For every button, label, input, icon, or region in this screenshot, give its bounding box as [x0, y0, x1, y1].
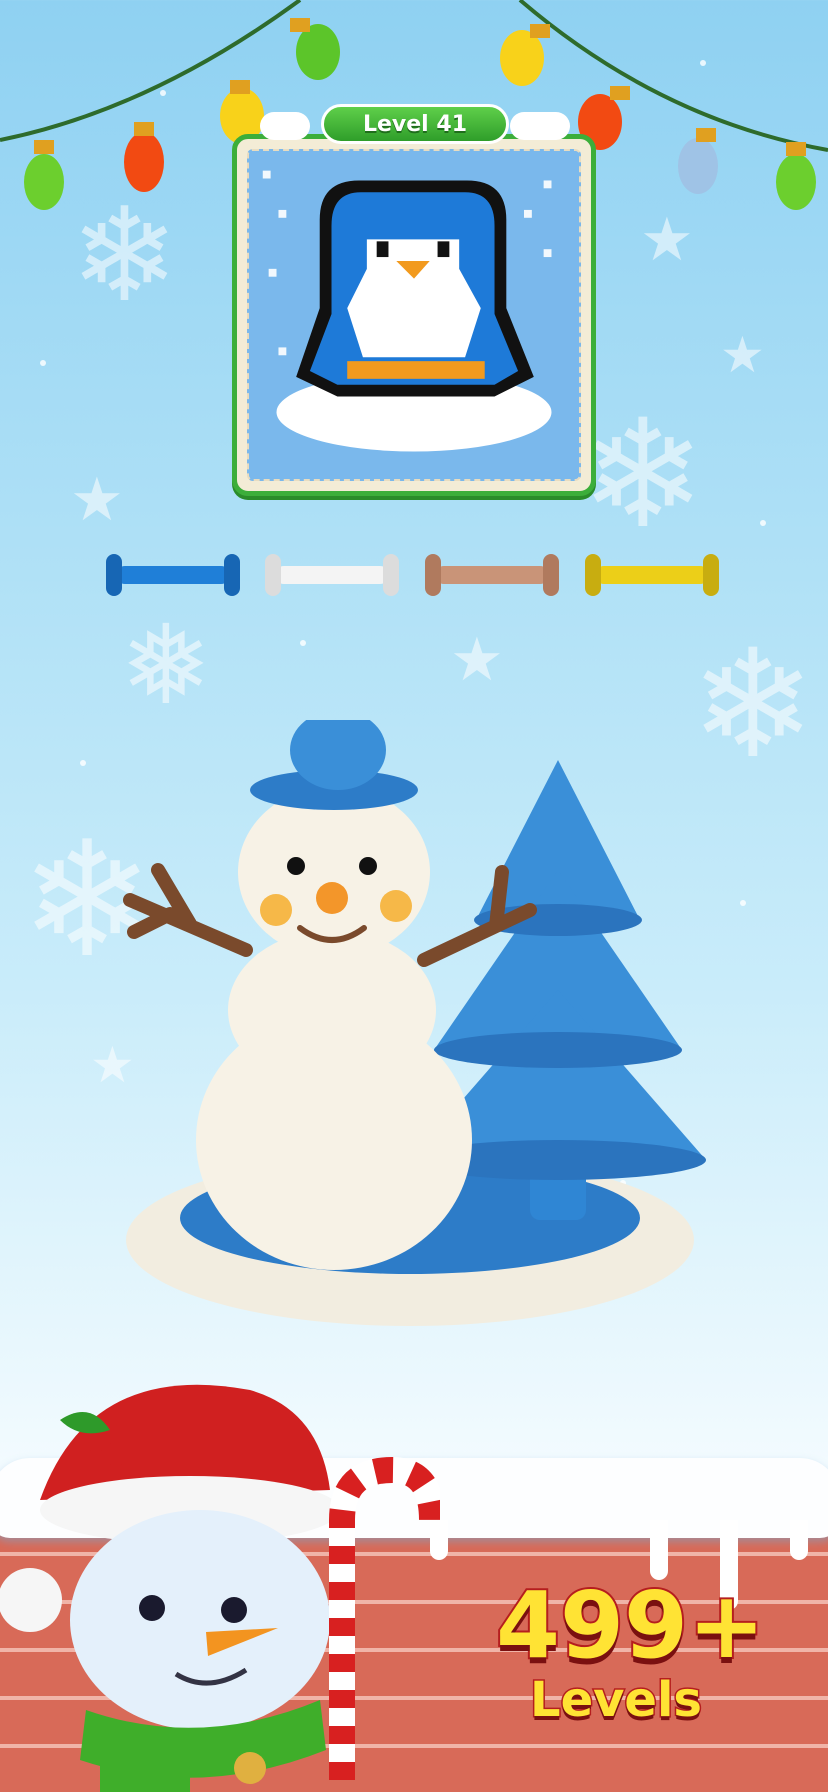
snowflake-icon: ❅	[120, 601, 213, 729]
spool-yellow[interactable]	[585, 550, 719, 602]
levels-label: Levels	[528, 1672, 703, 1728]
star-icon: ★	[450, 625, 504, 695]
levels-count: 499+	[494, 1572, 767, 1679]
knitted-snowman-scene	[123, 720, 706, 1326]
star-icon: ★	[720, 326, 765, 384]
star-icon: ★	[70, 465, 124, 535]
snowflake-icon: ❄	[580, 388, 706, 562]
spool-blue[interactable]	[106, 550, 240, 602]
snowman-mascot-icon	[0, 1384, 440, 1792]
knit-pattern	[247, 149, 581, 481]
level-label: Level 41	[362, 111, 468, 137]
level-badge: Level 41	[321, 104, 509, 144]
pattern-preview-card	[232, 134, 596, 496]
spool-white[interactable]	[265, 550, 399, 602]
spool-tan[interactable]	[425, 550, 559, 602]
penguin-pattern-icon	[249, 151, 579, 479]
